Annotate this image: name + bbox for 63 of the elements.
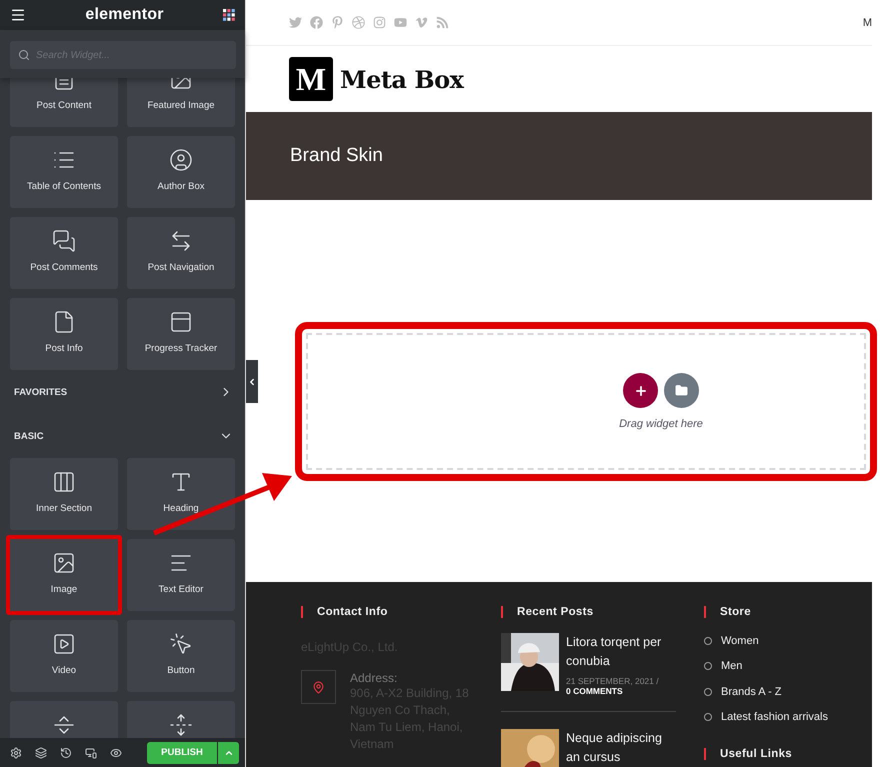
- category-header[interactable]: BASIC: [0, 414, 245, 458]
- widget-tile[interactable]: Post Info: [10, 298, 118, 370]
- footer-heading: Useful Links: [704, 748, 864, 760]
- site-name: Meta Box: [340, 64, 464, 94]
- widget-tile[interactable]: Table of Contents: [10, 136, 118, 208]
- store-link[interactable]: Women: [721, 634, 759, 647]
- folder-icon: [675, 384, 688, 397]
- history-icon[interactable]: [60, 746, 72, 758]
- page-title: Brand Skin: [290, 145, 383, 167]
- spacer-icon: [169, 713, 193, 737]
- widget-tile[interactable]: Video: [10, 620, 118, 692]
- drop-hint: Drag widget here: [619, 418, 703, 430]
- app-logo: elementor: [85, 6, 164, 24]
- widget-tile[interactable]: Heading: [127, 458, 235, 530]
- collapse-panel-button[interactable]: [246, 360, 258, 403]
- play-icon: [52, 632, 76, 656]
- bullet-icon: [704, 662, 712, 670]
- footer-heading: Recent Posts: [501, 606, 704, 618]
- footer-heading: Store: [704, 606, 864, 618]
- nav-text[interactable]: M: [862, 16, 872, 28]
- widget-tile[interactable]: Featured Image: [127, 78, 235, 127]
- address-label: Address:: [350, 671, 398, 685]
- publish-options-button[interactable]: [218, 742, 239, 764]
- post-date: 21 SEPTEMBER, 2021 /: [566, 676, 660, 686]
- widget-tile[interactable]: Image: [6, 535, 122, 615]
- plus-icon: [634, 384, 648, 398]
- search-icon: [18, 49, 30, 61]
- location-icon: [312, 680, 325, 694]
- bullet-icon: [704, 636, 712, 645]
- category-header[interactable]: FAVORITES: [0, 370, 245, 414]
- add-section-button[interactable]: [623, 373, 658, 408]
- menu-icon: [10, 7, 26, 23]
- layers-icon[interactable]: [35, 746, 47, 758]
- bullet-icon: [704, 688, 712, 696]
- widget-tile[interactable]: Post Navigation: [127, 217, 235, 289]
- store-link[interactable]: Men: [721, 660, 742, 672]
- post-comments[interactable]: 0 COMMENTS: [566, 686, 678, 696]
- post-title[interactable]: Neque adipiscing an cursus: [566, 729, 678, 767]
- eye-icon[interactable]: [110, 746, 122, 758]
- template-library-button[interactable]: [664, 373, 699, 408]
- user-icon: [169, 148, 193, 172]
- footer-heading: Contact Info: [301, 606, 501, 618]
- chevron-left-icon: [247, 376, 257, 386]
- widget-tile[interactable]: Button: [127, 620, 235, 692]
- widget-tile[interactable]: Text Editor: [127, 539, 235, 611]
- bullet-icon: [704, 713, 712, 722]
- apps-grid-icon[interactable]: [223, 9, 235, 21]
- widget-tile[interactable]: Author Box: [127, 136, 235, 208]
- chat-icon: [52, 229, 76, 253]
- panel-icon: [169, 310, 193, 334]
- pointer-icon: [169, 632, 193, 656]
- logo-mark: M: [289, 57, 333, 101]
- store-link[interactable]: Latest fashion arrivals: [721, 711, 828, 724]
- widget-tile[interactable]: Progress Tracker: [127, 298, 235, 370]
- widget-tile[interactable]: Inner Section: [10, 458, 118, 530]
- widget-tile[interactable]: Post Comments: [10, 217, 118, 289]
- store-link[interactable]: Brands A - Z: [721, 686, 782, 698]
- columns-icon: [52, 470, 76, 494]
- devices-icon[interactable]: [85, 746, 97, 758]
- widget-tile[interactable]: Post Content: [10, 78, 118, 127]
- settings-icon[interactable]: [10, 746, 22, 758]
- post-title[interactable]: Litora torqent per conubia: [566, 633, 678, 671]
- image-icon: [52, 551, 76, 575]
